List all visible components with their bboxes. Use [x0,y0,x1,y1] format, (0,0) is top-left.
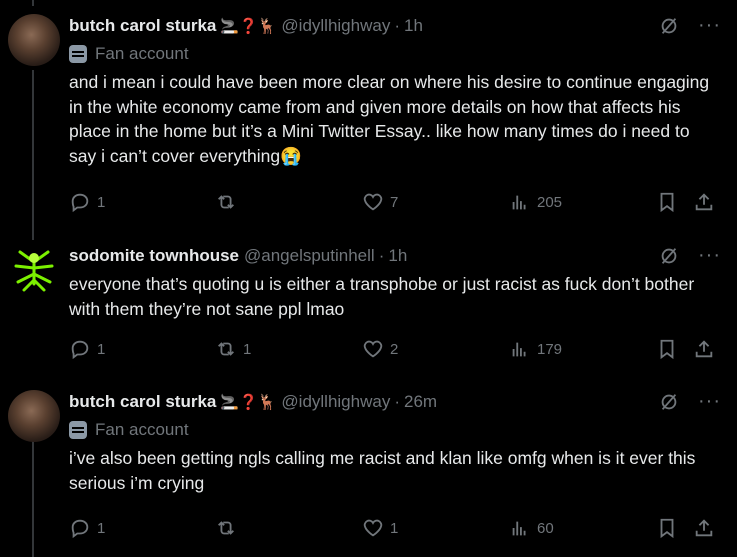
avatar[interactable] [8,390,60,442]
fan-account-label: Fan account [69,420,729,440]
bookmark-icon [660,192,674,213]
handle[interactable]: @angelsputinhell [244,246,375,266]
views-count: 205 [537,193,563,211]
retweet-button[interactable] [215,191,243,213]
tweet-header: butch carol sturka 🚬❓🦌 @idyllhighway · 1… [69,14,729,38]
avatar-image [14,250,54,292]
name-emoji: 🚬❓🦌 [220,18,277,35]
tweet-top-actions: ··· [658,244,721,267]
fan-account-icon [69,45,87,63]
reply-icon [71,340,89,360]
views-button[interactable]: 179 [509,338,562,360]
tweet-actions: 1 7 205 [69,191,737,213]
tweet[interactable]: butch carol sturka 🚬❓🦌 @idyllhighway · 2… [0,378,737,557]
retweet-icon [218,342,234,356]
tweet-actions: 1 1 2 179 [69,338,737,360]
share-button[interactable] [693,517,715,539]
timestamp[interactable]: 26m [404,392,437,412]
like-count: 1 [390,519,399,537]
bookmark-icon [660,518,674,539]
bookmark-button[interactable] [656,338,678,360]
reply-count: 1 [97,340,106,358]
heart-icon [363,340,383,358]
grok-icon[interactable] [658,245,680,267]
retweet-icon [218,521,234,535]
bookmark-button[interactable] [656,191,678,213]
views-count: 60 [537,519,554,537]
grok-icon[interactable] [658,15,680,37]
like-button[interactable]: 2 [362,338,398,360]
retweet-icon [218,195,234,209]
separator-dot: · [394,16,400,35]
tweet-top-actions: ··· [658,390,721,413]
reply-count: 1 [97,193,106,211]
name-emoji: 🚬❓🦌 [220,394,277,411]
share-button[interactable] [693,338,715,360]
views-button[interactable]: 60 [509,517,554,539]
tweet[interactable]: sodomite townhouse @angelsputinhell · 1h… [0,236,737,378]
display-name[interactable]: butch carol sturka [69,16,216,36]
tweet-top-actions: ··· [658,14,721,37]
like-count: 7 [390,193,399,211]
fan-account-label: Fan account [69,44,729,64]
more-icon[interactable]: ··· [698,14,721,37]
more-icon[interactable]: ··· [698,390,721,413]
share-icon [695,193,713,211]
timestamp[interactable]: 1h [404,16,423,36]
timestamp[interactable]: 1h [388,246,407,266]
views-icon [512,195,526,210]
like-count: 2 [390,340,399,358]
retweet-button[interactable]: 1 [215,338,251,360]
retweet-count: 1 [243,340,252,358]
display-name[interactable]: butch carol sturka [69,392,216,412]
views-icon [512,521,526,536]
tweet[interactable]: butch carol sturka 🚬❓🦌 @idyllhighway · 1… [0,0,737,236]
share-button[interactable] [693,191,715,213]
bookmark-icon [660,339,674,360]
reply-button[interactable]: 1 [69,517,105,539]
tweet-text: i’ve also been getting ngls calling me r… [69,448,696,493]
reply-icon [71,193,89,213]
tweet-actions: 1 1 60 [69,517,737,539]
separator-dot: · [394,392,400,411]
fan-account-text: Fan account [95,420,189,439]
tweet-text: everyone that’s quoting u is either a tr… [69,274,695,319]
like-button[interactable]: 1 [362,517,398,539]
views-count: 179 [537,340,563,358]
reply-button[interactable]: 1 [69,191,105,213]
tweet-header: sodomite townhouse @angelsputinhell · 1h [69,244,729,268]
fan-account-text: Fan account [95,44,189,63]
reply-button[interactable]: 1 [69,338,105,360]
retweet-button[interactable] [215,517,243,539]
views-button[interactable]: 205 [509,191,562,213]
heart-icon [363,193,383,211]
avatar[interactable] [8,14,60,66]
grok-icon[interactable] [658,391,680,413]
tweet-header: butch carol sturka 🚬❓🦌 @idyllhighway · 2… [69,390,729,414]
separator-dot: · [378,246,385,265]
heart-icon [363,519,383,537]
display-name[interactable]: sodomite townhouse [69,246,239,266]
like-button[interactable]: 7 [362,191,398,213]
share-icon [695,340,713,358]
more-icon[interactable]: ··· [698,244,721,267]
handle[interactable]: @idyllhighway [281,16,390,36]
reply-count: 1 [97,519,106,537]
share-icon [695,519,713,537]
avatar[interactable] [8,244,60,296]
tweet-text: and i mean i could have been more clear … [69,72,710,166]
bookmark-button[interactable] [656,517,678,539]
views-icon [512,342,526,357]
reply-icon [71,519,89,539]
handle[interactable]: @idyllhighway [281,392,390,412]
fan-account-icon [69,421,87,439]
